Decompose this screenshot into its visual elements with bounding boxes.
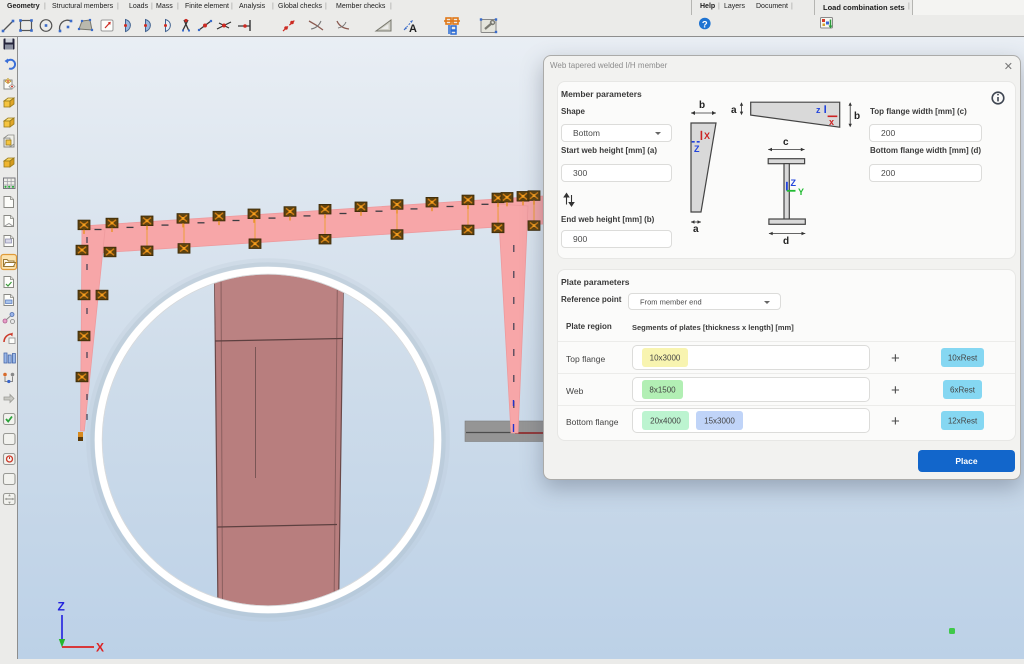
svg-text:X: X (96, 641, 104, 655)
svg-text:c: c (783, 137, 789, 148)
svg-text:b: b (699, 100, 705, 111)
svg-text:Y: Y (798, 187, 804, 197)
svg-text:Z: Z (58, 600, 65, 614)
svg-text:x: x (829, 117, 834, 127)
svg-text:X: X (704, 131, 710, 141)
svg-text:A: A (409, 23, 417, 35)
svg-text:?: ? (702, 20, 708, 31)
svg-text:a: a (731, 105, 737, 116)
svg-text:b: b (854, 111, 860, 122)
svg-text:d: d (783, 236, 789, 247)
svg-text:a: a (693, 224, 699, 235)
svg-text:z: z (816, 105, 821, 115)
svg-text:Z: Z (791, 178, 797, 188)
svg-text:Z: Z (694, 144, 700, 154)
svg-text:Y: Y (6, 79, 9, 84)
